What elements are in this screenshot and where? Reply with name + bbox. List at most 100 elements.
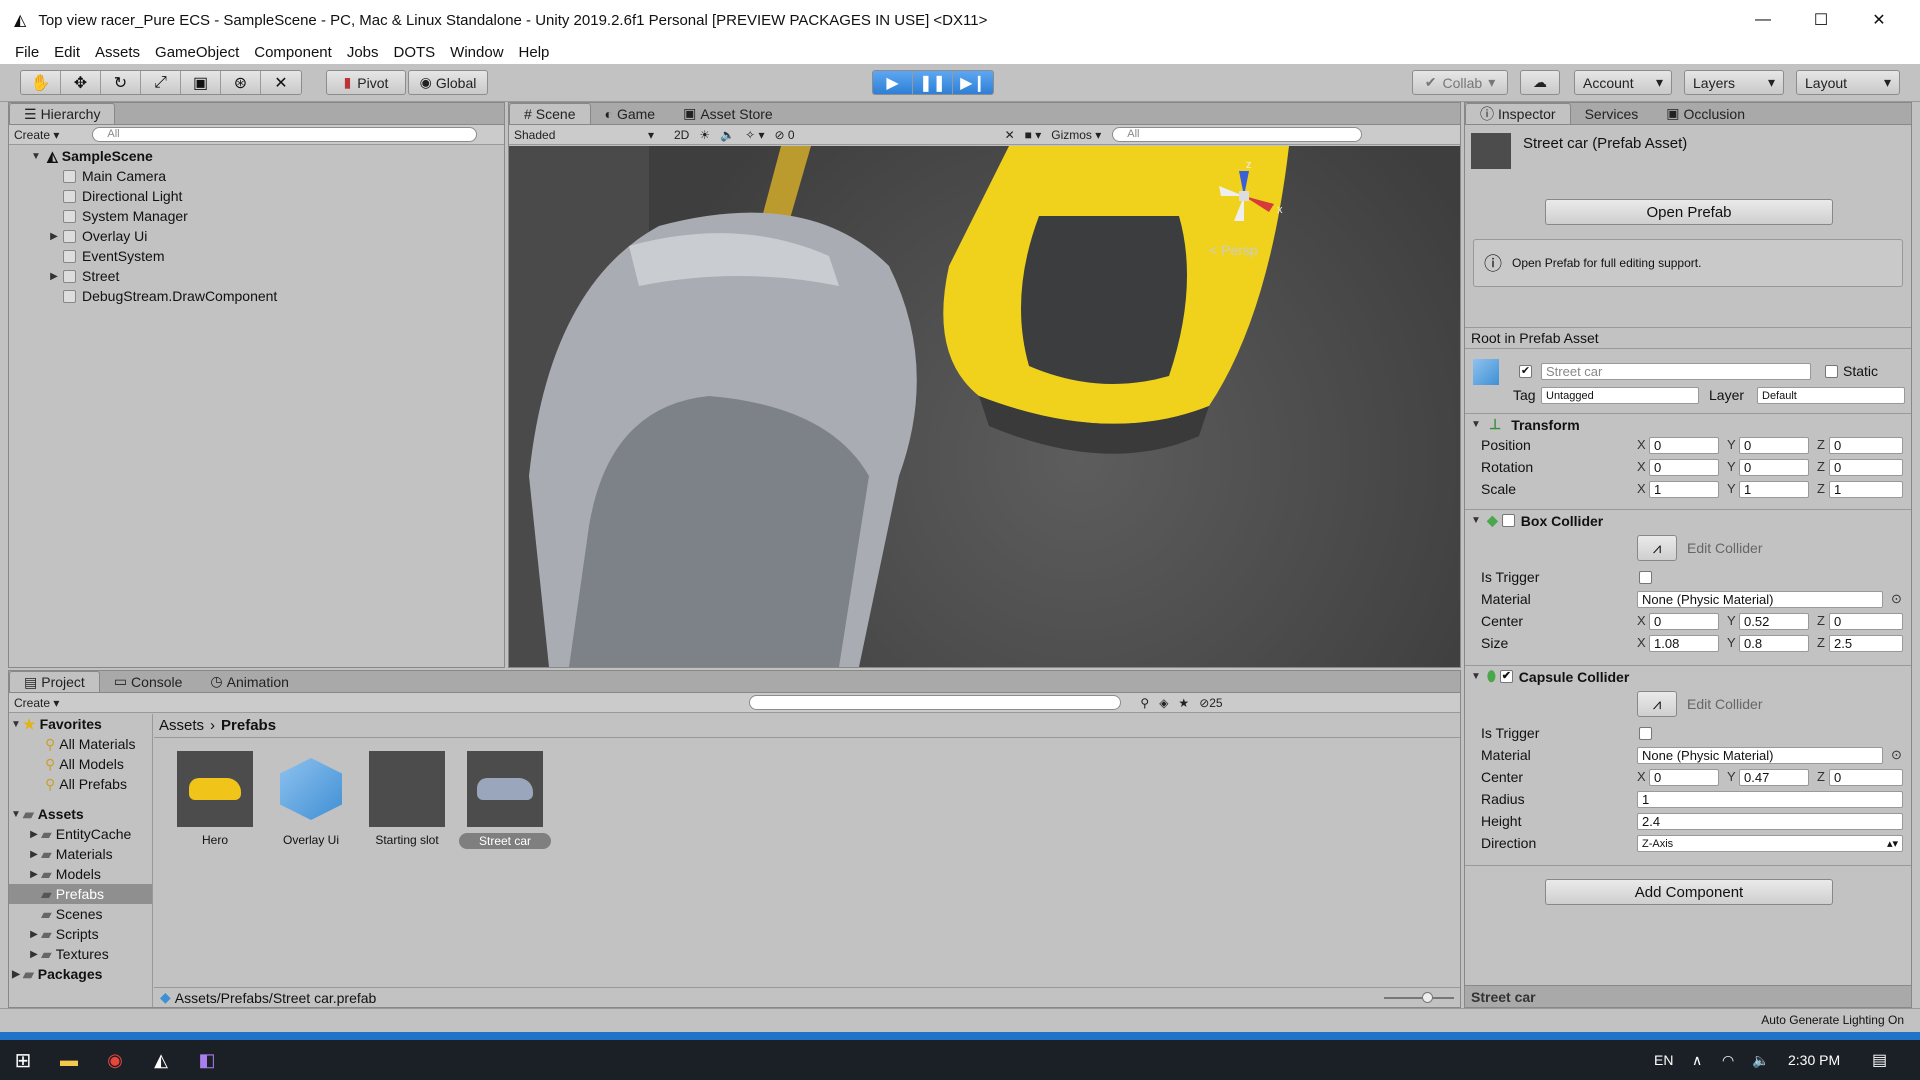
lighting-toggle-icon[interactable]: ☀ <box>694 127 715 143</box>
transform-header[interactable]: ▼ ⊥ Transform <box>1465 413 1911 435</box>
thumbnail-size-slider[interactable] <box>1384 992 1454 1003</box>
scene-search-input[interactable]: All <box>1112 127 1363 142</box>
folder-item[interactable]: ▶ ▰ EntityCache <box>9 824 152 844</box>
menu-edit[interactable]: Edit <box>54 44 80 61</box>
tab-animation[interactable]: ◷ Animation <box>196 671 302 692</box>
scale-z[interactable]: 1 <box>1829 481 1903 498</box>
rotation-y[interactable]: 0 <box>1739 459 1809 476</box>
rotate-tool-icon[interactable]: ↻ <box>101 71 141 94</box>
favorites-row[interactable]: ▼ ★ Favorites <box>9 714 152 734</box>
tab-hierarchy[interactable]: ☰ Hierarchy <box>9 103 116 124</box>
chevron-up-icon[interactable]: ∧ <box>1692 1052 1702 1069</box>
capsule-is-trigger-checkbox[interactable] <box>1639 727 1652 740</box>
language-indicator[interactable]: EN <box>1654 1052 1673 1068</box>
effects-toggle-icon[interactable]: ✧ ▾ <box>740 127 769 143</box>
position-x[interactable]: 0 <box>1649 437 1719 454</box>
position-y[interactable]: 0 <box>1739 437 1809 454</box>
move-tool-icon[interactable]: ✥ <box>61 71 101 94</box>
edit-collider-icon[interactable]: ⩘ <box>1637 535 1677 561</box>
account-dropdown[interactable]: Account ▾ <box>1574 70 1672 95</box>
wifi-icon[interactable]: ◠ <box>1722 1052 1734 1069</box>
tag-dropdown[interactable]: Untagged <box>1541 387 1699 404</box>
box-collider-enabled-checkbox[interactable] <box>1501 514 1515 527</box>
scale-tool-icon[interactable]: ⤢ <box>141 71 181 94</box>
favorite-item[interactable]: ⚲ All Prefabs <box>9 774 152 794</box>
rotation-x[interactable]: 0 <box>1649 459 1719 476</box>
transform-tool-icon[interactable]: ⊛ <box>221 71 261 94</box>
layer-dropdown[interactable]: Default <box>1757 387 1905 404</box>
position-z[interactable]: 0 <box>1829 437 1903 454</box>
box-size-x[interactable]: 1.08 <box>1649 635 1719 652</box>
edit-collider-icon[interactable]: ⩘ <box>1637 691 1677 717</box>
search-label-icon[interactable]: ◈ <box>1154 695 1173 711</box>
close-button[interactable]: ✕ <box>1850 0 1908 40</box>
hierarchy-item[interactable]: DebugStream.DrawComponent <box>9 286 504 306</box>
file-explorer-icon[interactable]: ▬ <box>46 1050 92 1071</box>
hidden-objects-icon[interactable]: ⊘ 0 <box>769 127 799 143</box>
gizmos-dropdown[interactable]: Gizmos ▾ <box>1046 127 1106 143</box>
add-component-button[interactable]: Add Component <box>1545 879 1833 905</box>
capsule-collider-header[interactable]: ▼ ⬮ ✔ Capsule Collider <box>1465 665 1911 687</box>
folder-item[interactable]: ▰ Scenes <box>9 904 152 924</box>
breadcrumb-prefabs[interactable]: Prefabs <box>221 717 276 734</box>
folder-item[interactable]: ▶ ▰ Models <box>9 864 152 884</box>
cloud-icon[interactable]: ☁ <box>1520 70 1560 95</box>
capsule-center-z[interactable]: 0 <box>1829 769 1903 786</box>
capsule-material-field[interactable]: None (Physic Material) <box>1637 747 1883 764</box>
visual-studio-icon[interactable]: ◧ <box>184 1050 230 1071</box>
rotation-z[interactable]: 0 <box>1829 459 1903 476</box>
audio-toggle-icon[interactable]: 🔈 <box>715 127 740 143</box>
minimize-button[interactable]: — <box>1734 0 1792 40</box>
maximize-button[interactable]: ☐ <box>1792 0 1850 40</box>
scale-y[interactable]: 1 <box>1739 481 1809 498</box>
box-collider-header[interactable]: ▼ ◆ Box Collider <box>1465 509 1911 531</box>
menu-help[interactable]: Help <box>519 44 550 61</box>
toggle-2d-button[interactable]: 2D <box>669 127 694 143</box>
menu-assets[interactable]: Assets <box>95 44 140 61</box>
pause-icon[interactable]: ❚❚ <box>913 71 953 94</box>
expand-arrow-icon[interactable]: ▶ <box>47 231 61 242</box>
tab-game[interactable]: ◐ Game <box>591 103 670 124</box>
hierarchy-item[interactable]: ▶ Overlay Ui <box>9 226 504 246</box>
project-create-button[interactable]: Create ▾ <box>9 695 64 711</box>
hierarchy-search-input[interactable]: All <box>92 127 478 142</box>
menu-window[interactable]: Window <box>450 44 503 61</box>
global-button[interactable]: ◉ Global <box>408 70 488 95</box>
tab-scene[interactable]: # Scene <box>509 103 591 124</box>
shading-dropdown[interactable]: Shaded ▾ <box>509 127 659 143</box>
persp-label[interactable]: < Persp <box>1209 242 1258 258</box>
tab-occlusion[interactable]: ▣ Occlusion <box>1652 103 1759 124</box>
box-size-z[interactable]: 2.5 <box>1829 635 1903 652</box>
scene-gizmo[interactable]: z x <box>1199 156 1289 236</box>
unity-icon[interactable]: ◭ <box>138 1050 184 1071</box>
play-icon[interactable]: ▶ <box>873 71 913 94</box>
menu-jobs[interactable]: Jobs <box>347 44 379 61</box>
folder-item-selected[interactable]: ▰ Prefabs <box>9 884 152 904</box>
assets-row[interactable]: ▼ ▰ Assets <box>9 804 152 824</box>
layers-dropdown[interactable]: Layers ▾ <box>1684 70 1784 95</box>
hierarchy-item[interactable]: EventSystem <box>9 246 504 266</box>
scene-row[interactable]: ▼ ◭ SampleScene <box>9 146 504 166</box>
layout-dropdown[interactable]: Layout ▾ <box>1796 70 1900 95</box>
hierarchy-item[interactable]: Directional Light <box>9 186 504 206</box>
capsule-direction-dropdown[interactable]: Z-Axis ▴▾ <box>1637 835 1903 852</box>
hierarchy-item[interactable]: Main Camera <box>9 166 504 186</box>
chrome-icon[interactable]: ◉ <box>92 1050 138 1071</box>
windows-start-icon[interactable]: ⊞ <box>0 1048 46 1073</box>
capsule-radius-field[interactable]: 1 <box>1637 791 1903 808</box>
gameobject-name-field[interactable]: Street car <box>1541 363 1811 380</box>
preview-header[interactable]: Street car <box>1465 985 1911 1007</box>
volume-icon[interactable]: 🔈 <box>1752 1052 1769 1069</box>
packages-row[interactable]: ▶ ▰ Packages <box>9 964 152 984</box>
camera-icon[interactable]: ■ ▾ <box>1020 127 1047 143</box>
favorite-star-icon[interactable]: ★ <box>1173 695 1194 711</box>
capsule-center-x[interactable]: 0 <box>1649 769 1719 786</box>
pivot-button[interactable]: ▮ Pivot <box>326 70 406 95</box>
breadcrumb-assets[interactable]: Assets <box>159 717 204 734</box>
hidden-packages-icon[interactable]: ⊘25 <box>1194 695 1227 711</box>
box-center-z[interactable]: 0 <box>1829 613 1903 630</box>
custom-tool-icon[interactable]: ✕ <box>261 71 301 94</box>
project-search-input[interactable] <box>749 695 1122 710</box>
rect-tool-icon[interactable]: ▣ <box>181 71 221 94</box>
clock[interactable]: 2:30 PM <box>1788 1052 1840 1068</box>
